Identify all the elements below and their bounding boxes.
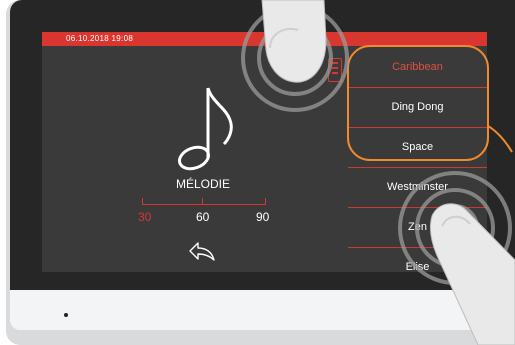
indicator-led bbox=[64, 313, 68, 317]
volume-option-90[interactable]: 90 bbox=[256, 210, 269, 224]
menu-item-caribbean[interactable]: Caribbean bbox=[348, 48, 487, 88]
menu-item-elise[interactable]: Elise bbox=[348, 248, 487, 272]
volume-scale bbox=[142, 198, 266, 205]
device-bottom-bezel bbox=[10, 290, 515, 330]
menu-item-ding-dong[interactable]: Ding Dong bbox=[348, 88, 487, 128]
datetime-label: 06.10.2018 19:08 bbox=[66, 34, 134, 43]
music-note-icon bbox=[177, 87, 233, 171]
speaker-icon bbox=[328, 58, 342, 82]
melody-menu: Caribbean Ding Dong Space Westminster Ze… bbox=[348, 48, 487, 272]
menu-item-space[interactable]: Space bbox=[348, 128, 487, 168]
status-bar: 06.10.2018 19:08 bbox=[42, 32, 487, 46]
menu-item-westminster[interactable]: Westminster bbox=[348, 168, 487, 208]
touch-screen: 06.10.2018 19:08 MÉLODIE 30 60 90 Caribb… bbox=[42, 32, 487, 272]
back-arrow-icon[interactable] bbox=[187, 240, 217, 262]
volume-option-30[interactable]: 30 bbox=[138, 210, 151, 224]
volume-option-60[interactable]: 60 bbox=[196, 210, 209, 224]
setting-title: MÉLODIE bbox=[175, 177, 230, 191]
volume-scale-tick bbox=[202, 198, 203, 204]
menu-item-zen[interactable]: Zen bbox=[348, 208, 487, 248]
